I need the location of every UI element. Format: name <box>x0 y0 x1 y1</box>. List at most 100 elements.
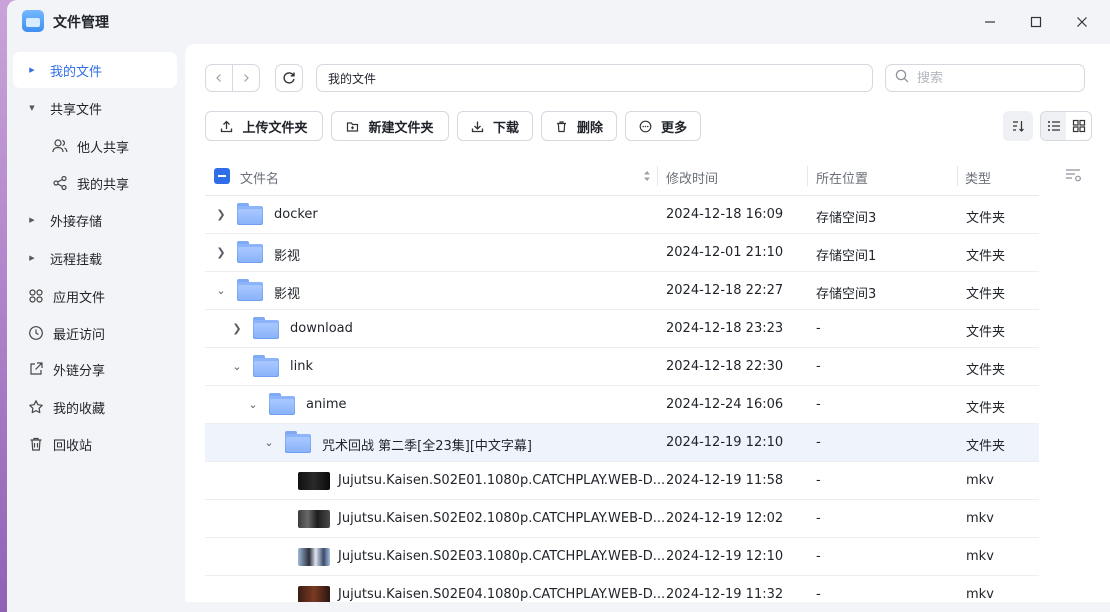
location: - <box>816 587 821 602</box>
chevron-down-icon[interactable]: ⌄ <box>263 436 275 449</box>
delete-button[interactable]: 删除 <box>541 111 617 141</box>
sidebar-item-shared-by-others[interactable]: 他人共享 <box>13 128 177 164</box>
sort-arrows-icon[interactable] <box>642 170 652 182</box>
location: - <box>816 549 821 564</box>
folder-icon <box>253 355 279 377</box>
sidebar-item-label: 外接存储 <box>50 214 103 230</box>
caret-right-icon: ▶ <box>29 216 35 224</box>
sidebar-item-external-storage[interactable]: ▶ 外接存储 <box>13 202 177 238</box>
chevron-right-icon[interactable]: ❯ <box>231 322 243 335</box>
more-icon <box>639 120 652 132</box>
upload-folder-button[interactable]: 上传文件夹 <box>205 111 323 141</box>
select-all-checkbox[interactable] <box>214 168 230 184</box>
column-divider[interactable] <box>807 166 808 186</box>
sidebar-item-label: 我的文件 <box>50 64 103 80</box>
table-row[interactable]: ❯ docker 2024-12-18 16:09 存储空间3 文件夹 <box>205 196 1039 234</box>
chevron-down-icon[interactable]: ⌄ <box>231 360 243 373</box>
search-input[interactable] <box>917 70 1077 86</box>
back-button[interactable] <box>206 65 232 91</box>
file-type: 文件夹 <box>966 363 1006 378</box>
new-folder-button[interactable]: 新建文件夹 <box>331 111 449 141</box>
chevron-right-icon[interactable]: ❯ <box>215 208 227 221</box>
path-bar[interactable]: 我的文件 <box>316 64 873 92</box>
modified-time: 2024-12-19 11:32 <box>666 587 784 602</box>
trash-icon <box>556 120 566 132</box>
sidebar-item-remote-mount[interactable]: ▶ 远程挂载 <box>13 240 177 276</box>
minimize-button[interactable] <box>978 10 1002 34</box>
close-button[interactable] <box>1070 10 1094 34</box>
share-icon <box>51 175 69 191</box>
file-type: mkv <box>966 587 994 602</box>
sidebar-item-shared-files[interactable]: ▼ 共享文件 <box>13 90 177 126</box>
table-row[interactable]: Jujutsu.Kaisen.S02E04.1080p.CATCHPLAY.WE… <box>205 576 1039 602</box>
sidebar-item-my-shares[interactable]: 我的共享 <box>13 165 177 201</box>
file-type: 文件夹 <box>966 325 1006 340</box>
file-name: Jujutsu.Kaisen.S02E04.1080p.CATCHPLAY.WE… <box>338 587 666 602</box>
list-view-button[interactable] <box>1041 112 1066 140</box>
app-icon <box>22 10 44 32</box>
table-row-selected[interactable]: ⌄ 咒术回战 第二季[全23集][中文字幕] 2024-12-19 12:10 … <box>205 424 1039 462</box>
modified-time: 2024-12-18 16:09 <box>666 207 784 222</box>
folder-icon <box>237 241 263 263</box>
location: 存储空间3 <box>816 211 877 226</box>
folder-icon <box>237 279 263 301</box>
modified-time: 2024-12-19 12:10 <box>666 435 784 450</box>
file-type: mkv <box>966 473 994 488</box>
location: - <box>816 397 821 412</box>
sidebar-item-recycle-bin[interactable]: 回收站 <box>13 426 177 462</box>
table-row[interactable]: ⌄ link 2024-12-18 22:30 - 文件夹 <box>205 348 1039 386</box>
file-type: 文件夹 <box>966 287 1006 302</box>
sidebar-item-label: 他人共享 <box>77 140 130 156</box>
header-location[interactable]: 所在位置 <box>816 168 868 187</box>
table-row[interactable]: ❯ 影视 2024-12-01 21:10 存储空间1 文件夹 <box>205 234 1039 272</box>
grid-view-icon <box>1072 119 1085 133</box>
more-button[interactable]: 更多 <box>625 111 701 141</box>
file-name: anime <box>306 397 347 412</box>
file-name: 咒术回战 第二季[全23集][中文字幕] <box>322 439 532 454</box>
sidebar-item-favorites[interactable]: 我的收藏 <box>13 389 177 425</box>
chevron-right-icon[interactable]: ❯ <box>215 246 227 259</box>
sidebar-item-label: 应用文件 <box>53 290 106 306</box>
sidebar-item-label: 共享文件 <box>50 102 103 118</box>
sidebar-item-app-files[interactable]: 应用文件 <box>13 278 177 314</box>
sidebar-item-my-files[interactable]: ▶ 我的文件 <box>13 52 177 88</box>
file-type: 文件夹 <box>966 401 1006 416</box>
refresh-button[interactable] <box>275 64 303 92</box>
sort-icon <box>1013 121 1024 132</box>
forward-button[interactable] <box>232 65 259 91</box>
file-name: 影视 <box>274 249 301 264</box>
sidebar-item-external-links[interactable]: 外链分享 <box>13 351 177 387</box>
location: - <box>816 435 821 450</box>
maximize-button[interactable] <box>1024 10 1048 34</box>
history-nav <box>205 64 260 92</box>
column-divider[interactable] <box>957 166 958 186</box>
header-type[interactable]: 类型 <box>965 168 991 187</box>
sidebar-item-label: 我的共享 <box>77 177 130 193</box>
grid-view-button[interactable] <box>1066 112 1091 140</box>
column-divider[interactable] <box>657 166 658 186</box>
chevron-down-icon[interactable]: ⌄ <box>247 398 259 411</box>
column-settings-button[interactable] <box>1065 168 1083 186</box>
header-name[interactable]: 文件名 <box>240 168 279 187</box>
table-row[interactable]: ❯ download 2024-12-18 23:23 - 文件夹 <box>205 310 1039 348</box>
modified-time: 2024-12-18 22:27 <box>666 283 784 298</box>
table-row[interactable]: Jujutsu.Kaisen.S02E01.1080p.CATCHPLAY.WE… <box>205 462 1039 500</box>
table-row[interactable]: ⌄ 影视 2024-12-18 22:27 存储空间3 文件夹 <box>205 272 1039 310</box>
download-button[interactable]: 下载 <box>457 111 533 141</box>
search-box[interactable] <box>885 64 1085 92</box>
sidebar-item-label: 回收站 <box>53 438 93 454</box>
file-name: docker <box>274 207 318 222</box>
modified-time: 2024-12-19 12:02 <box>666 511 784 526</box>
video-thumbnail <box>298 472 330 490</box>
main-panel: 我的文件 上传文件夹 新建文件夹 下载 删除 更多 <box>185 44 1110 612</box>
table-row[interactable]: ⌄ anime 2024-12-24 16:06 - 文件夹 <box>205 386 1039 424</box>
header-modified[interactable]: 修改时间 <box>666 168 718 187</box>
chevron-down-icon[interactable]: ⌄ <box>215 284 227 297</box>
table-row[interactable]: Jujutsu.Kaisen.S02E03.1080p.CATCHPLAY.WE… <box>205 538 1039 576</box>
table-row[interactable]: Jujutsu.Kaisen.S02E02.1080p.CATCHPLAY.WE… <box>205 500 1039 538</box>
apps-icon <box>27 288 45 304</box>
sidebar-item-label: 我的收藏 <box>53 401 106 417</box>
sort-button[interactable] <box>1003 111 1033 141</box>
close-icon <box>1077 17 1087 27</box>
sidebar-item-recent[interactable]: 最近访问 <box>13 315 177 351</box>
